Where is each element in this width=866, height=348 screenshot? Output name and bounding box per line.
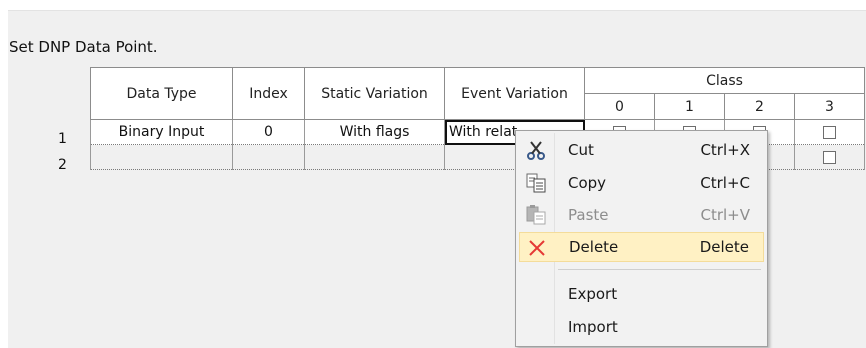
header-data-type[interactable]: Data Type — [90, 67, 233, 120]
header-class-0[interactable]: 0 — [584, 93, 655, 120]
menu-item-export[interactable]: Export — [519, 279, 764, 309]
delete-x-icon — [526, 237, 548, 259]
class-checkbox[interactable] — [823, 150, 836, 164]
menu-item-import[interactable]: Import — [519, 312, 764, 342]
menu-item-label: Cut — [568, 141, 594, 159]
cell-static-variation[interactable]: With flags — [304, 119, 445, 145]
header-static-variation[interactable]: Static Variation — [304, 67, 445, 120]
cell-index[interactable]: 0 — [232, 119, 305, 145]
menu-item-shortcut: Ctrl+V — [700, 206, 750, 224]
scissors-icon — [525, 139, 547, 161]
cell-data-type[interactable] — [90, 144, 233, 170]
menu-item-paste[interactable]: Paste Ctrl+V — [519, 200, 764, 230]
menu-item-label: Delete — [569, 238, 619, 256]
menu-item-delete[interactable]: Delete Delete — [519, 232, 764, 262]
menu-item-shortcut: Ctrl+X — [700, 141, 750, 159]
menu-item-shortcut: Ctrl+C — [700, 174, 750, 192]
row-number: 2 — [58, 157, 67, 173]
cell-class-3[interactable] — [794, 119, 865, 145]
menu-item-label: Export — [568, 285, 618, 303]
menu-item-cut[interactable]: Cut Ctrl+X — [519, 135, 764, 165]
header-index[interactable]: Index — [232, 67, 305, 120]
cell-static-variation[interactable] — [304, 144, 445, 170]
menu-item-label: Copy — [568, 174, 607, 192]
row-number: 1 — [58, 131, 67, 147]
cell-index[interactable] — [232, 144, 305, 170]
class-checkbox[interactable] — [823, 125, 836, 139]
header-event-variation[interactable]: Event Variation — [444, 67, 585, 120]
header-class-3[interactable]: 3 — [794, 93, 865, 120]
menu-item-label: Paste — [568, 206, 609, 224]
menu-item-shortcut: Delete — [699, 238, 749, 256]
menu-item-label: Import — [568, 318, 618, 336]
menu-item-copy[interactable]: Copy Ctrl+C — [519, 168, 764, 198]
paste-icon — [525, 204, 547, 226]
copy-icon — [525, 172, 547, 194]
menu-separator — [558, 269, 761, 270]
panel-title: Set DNP Data Point. — [9, 38, 158, 56]
header-class[interactable]: Class — [584, 67, 865, 94]
header-class-1[interactable]: 1 — [654, 93, 725, 120]
header-class-2[interactable]: 2 — [724, 93, 795, 120]
cell-data-type[interactable]: Binary Input — [90, 119, 233, 145]
cell-class-3[interactable] — [794, 144, 865, 170]
context-menu: Cut Ctrl+X Copy Ctrl+C Paste Ctrl+V Dele… — [515, 130, 768, 347]
